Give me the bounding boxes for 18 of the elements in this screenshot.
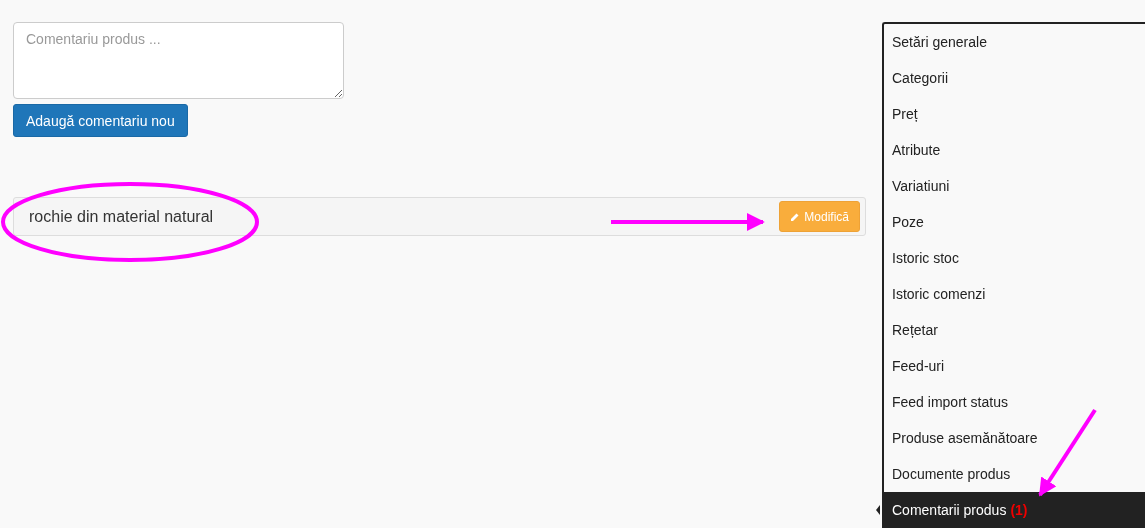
sidebar-item[interactable]: Istoric comenzi	[884, 276, 1145, 312]
sidebar-item[interactable]: Rețetar	[884, 312, 1145, 348]
sidebar-item[interactable]: Variatiuni	[884, 168, 1145, 204]
sidebar-item[interactable]: Categorii	[884, 60, 1145, 96]
sidebar-item[interactable]: Atribute	[884, 132, 1145, 168]
sidebar-item[interactable]: Documente produs	[884, 456, 1145, 492]
sidebar-item[interactable]: Produse asemănătoare	[884, 420, 1145, 456]
pencil-icon	[790, 211, 801, 222]
sidebar-item[interactable]: Feed-uri	[884, 348, 1145, 384]
add-comment-button[interactable]: Adaugă comentariu nou	[13, 104, 188, 137]
comment-count: (1)	[1010, 502, 1028, 518]
sidebar-item[interactable]: Preț	[884, 96, 1145, 132]
sidebar-item[interactable]: Poze	[884, 204, 1145, 240]
sidebar-item[interactable]: Setări generale	[884, 24, 1145, 60]
comment-text: rochie din material natural	[29, 207, 214, 226]
sidebar-item[interactable]: Feed import status	[884, 384, 1145, 420]
comment-field[interactable]: Comentariu produs ...	[13, 22, 344, 99]
sidebar-item[interactable]: Istoric stoc	[884, 240, 1145, 276]
